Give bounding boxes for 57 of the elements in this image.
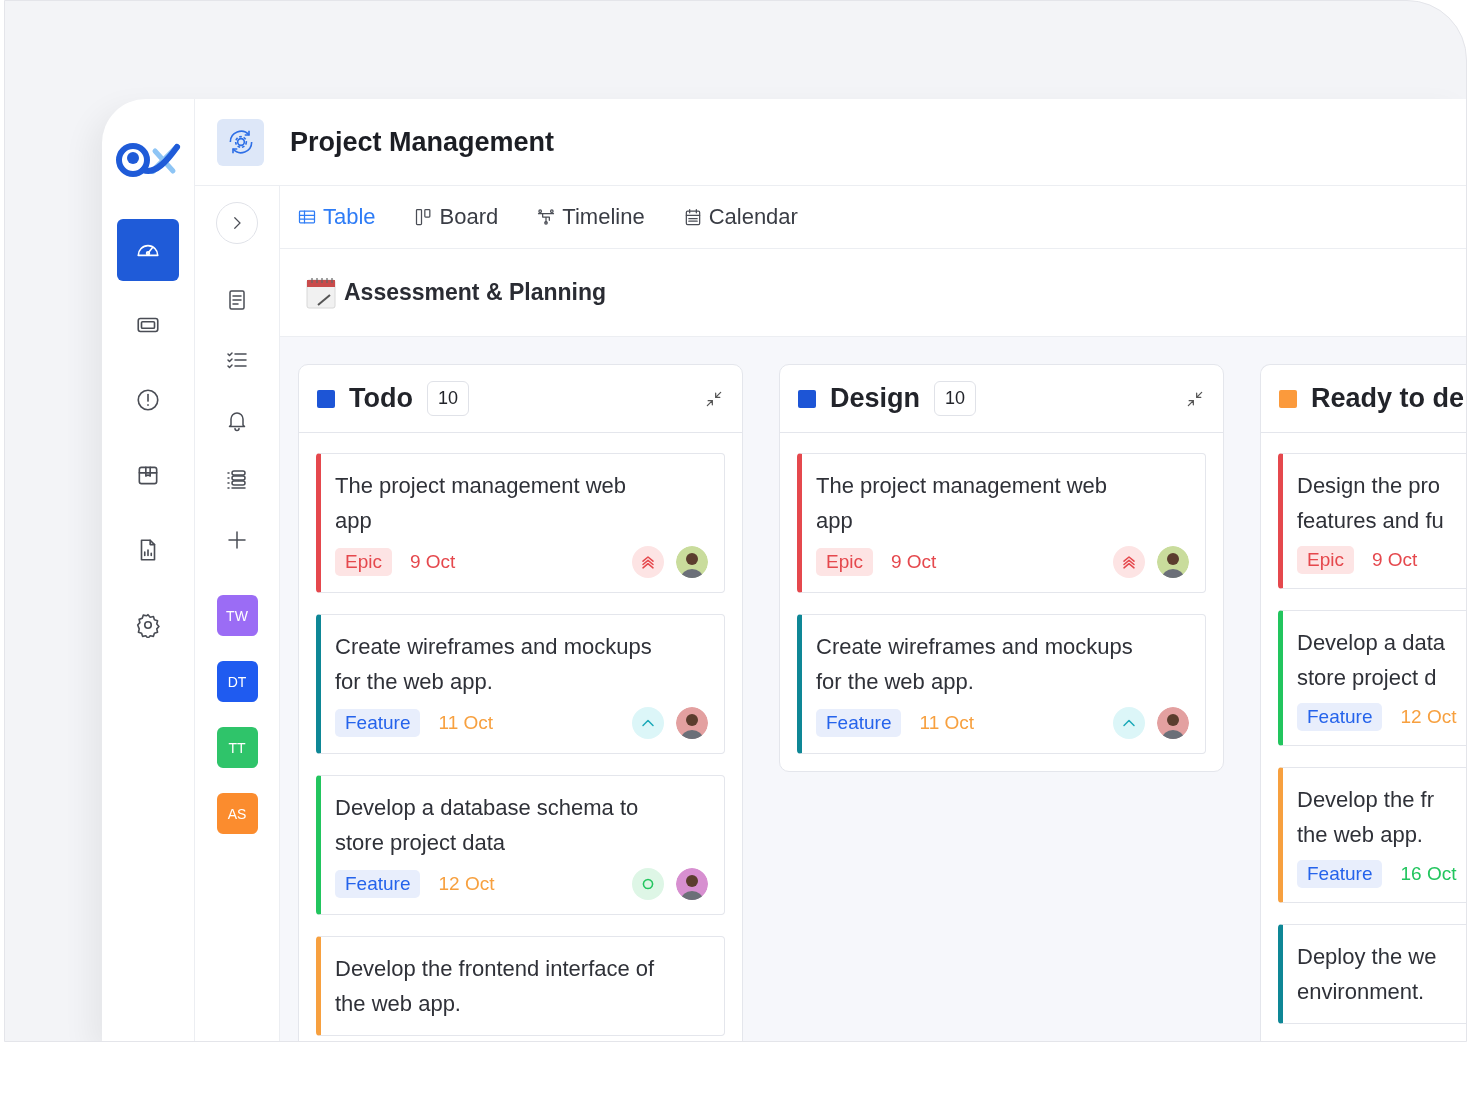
tag: Feature: [1297, 703, 1383, 731]
count-badge: 10: [934, 381, 977, 416]
column-title: Todo: [349, 383, 413, 414]
due-date: 9 Oct: [409, 551, 456, 573]
count-badge: 10: [426, 381, 469, 416]
timeline-icon: [536, 207, 557, 227]
task-title: Design the pro features and fu: [1297, 472, 1445, 535]
alert-icon: [135, 387, 161, 413]
view-tab[interactable]: Timeline: [536, 204, 645, 230]
task-card[interactable]: Design the pro features and fu Epic 9 Oct: [1278, 453, 1466, 589]
task-title: Develop the frontend interface of the web app.: [335, 955, 656, 1018]
task-card[interactable]: The project management web app Epic 9 Oct: [797, 453, 1206, 593]
task-card[interactable]: Create wireframes and mockups for the web app. Feature 11 Oct: [316, 614, 725, 754]
list-icon: [225, 468, 249, 492]
task-card[interactable]: The project management web app Epic 9 Oct: [316, 453, 725, 593]
column-title: Ready to de: [1311, 383, 1465, 414]
view-tab[interactable]: Table: [297, 204, 376, 230]
page-title: Assessment & Planning: [344, 279, 607, 306]
tag: Feature: [816, 709, 902, 737]
task-title: Develop the fr the web app.: [1297, 786, 1435, 849]
project-icon: [217, 118, 264, 166]
tag: Feature: [335, 709, 421, 737]
nav-item[interactable]: [117, 219, 179, 281]
app-title: Project Management: [290, 126, 555, 158]
view-tab[interactable]: Calendar: [682, 204, 798, 230]
due-date: 9 Oct: [1371, 549, 1418, 571]
tag: Epic: [335, 548, 392, 576]
task-title: The project management web app: [335, 472, 628, 535]
view-tab[interactable]: Board: [413, 204, 499, 230]
task-title: Deploy the we environment.: [1297, 943, 1438, 1006]
column-title: Design: [830, 383, 921, 414]
task-title: The project management web app: [816, 472, 1109, 535]
task-title: Create wireframes and mockups for the web app.: [816, 633, 1134, 696]
due-date: 9 Oct: [890, 551, 937, 573]
due-date: 11 Oct: [438, 712, 494, 734]
task-card[interactable]: Create wireframes and mockups for the web app. Feature 11 Oct: [797, 614, 1206, 754]
task-title: Create wireframes and mockups for the web app.: [335, 633, 653, 696]
tag: Feature: [335, 870, 421, 898]
due-date: 16 Oct: [1400, 863, 1457, 885]
task-card[interactable]: Deploy the we environment.: [1278, 924, 1466, 1024]
task-title: Develop a database schema to store project data: [335, 794, 640, 857]
task-card[interactable]: Develop a data store project d Feature 12 Oct: [1278, 610, 1466, 746]
tag: Epic: [816, 548, 873, 576]
calendar-page-icon: [306, 276, 336, 309]
task-card[interactable]: Develop the frontend interface of the web app.: [316, 936, 725, 1036]
due-date: 12 Oct: [438, 873, 495, 895]
settings-icon: [135, 612, 161, 638]
add-icon: [225, 528, 249, 552]
due-date: 12 Oct: [1400, 706, 1457, 728]
task-title: Develop a data store project d: [1297, 629, 1446, 692]
task-card[interactable]: Develop a database schema to store project data Feature 12 Oct: [316, 775, 725, 915]
task-card[interactable]: Develop the fr the web app. Feature 16 Oct: [1278, 767, 1466, 903]
workspace-badge[interactable]: DT: [216, 661, 258, 702]
tag: Feature: [1297, 860, 1383, 888]
workspace-badge[interactable]: TW: [216, 595, 258, 636]
tag: Epic: [1297, 546, 1354, 574]
due-date: 11 Oct: [919, 712, 975, 734]
